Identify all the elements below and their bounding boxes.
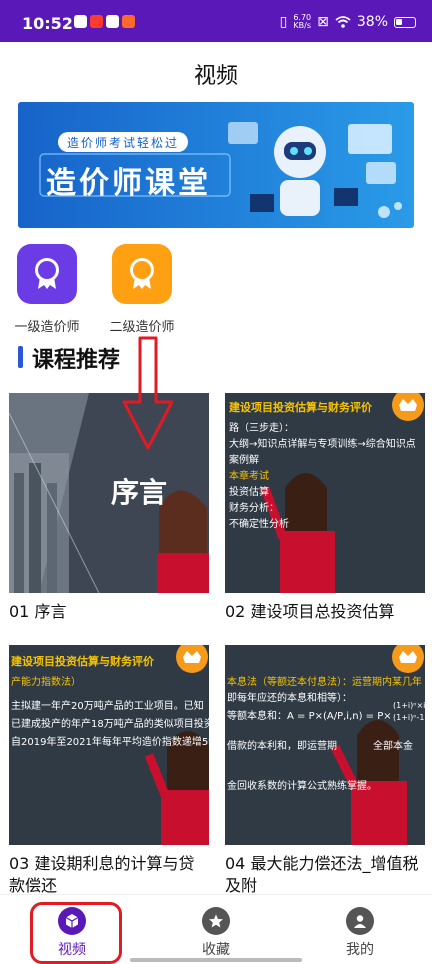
status-right-group: ▯ 6.70 KB/s ⊠ 38% bbox=[280, 13, 416, 31]
battery-percent: 38% bbox=[356, 14, 388, 30]
thumb-line: 本息法（等额还本付息法）：运营期内某几年 bbox=[227, 677, 422, 688]
thumb-line: 财务分析： bbox=[229, 503, 279, 514]
tab-label: 收藏 bbox=[202, 942, 230, 958]
section-title: 课程推荐 bbox=[32, 348, 121, 373]
no-sim-icon: ⊠ bbox=[317, 14, 329, 30]
course-title: 02 建设项目总投资估算 bbox=[225, 602, 395, 621]
bottom-nav: 视频 收藏 我的 bbox=[0, 894, 432, 964]
category-label: 一级造价师 bbox=[14, 320, 80, 335]
course-title: 04 最大能力偿还法_增值税及附 bbox=[225, 854, 419, 895]
status-bar: 10:52 ▯ 6.70 KB/s ⊠ 38% bbox=[0, 0, 432, 42]
thumb-header: 建设项目投资估算与财务评价 bbox=[11, 655, 154, 668]
wifi-icon bbox=[335, 16, 351, 28]
category-level-1[interactable]: 一级造价师 bbox=[2, 244, 92, 335]
banner-tagline: 造价师考试轻松过 bbox=[66, 136, 179, 150]
tab-video[interactable]: 视频 bbox=[0, 895, 144, 964]
battery-icon bbox=[394, 16, 416, 28]
mail-notification-icon bbox=[106, 15, 119, 28]
thumb-line: 案例解 bbox=[229, 455, 259, 466]
promo-banner[interactable]: 造价师考试轻松过 造价师课堂 bbox=[18, 102, 414, 228]
course-thumbnail: 建设项目投资估算与财务评价 路（三步走）： 大纲→知识点详解与专项训练→综合知识… bbox=[225, 393, 425, 593]
course-card-03[interactable]: 建设项目投资估算与财务评价 产能力指数法） 主拟建一年产20万吨产品的工业项目。… bbox=[9, 645, 209, 897]
page-title: 视频 bbox=[193, 64, 238, 89]
thumb-line: 全部本金 bbox=[373, 741, 413, 752]
thumb-line: (1+i)ⁿ-1 bbox=[393, 713, 425, 722]
user-icon bbox=[346, 907, 374, 935]
shop-notification-icon bbox=[90, 15, 103, 28]
thumb-caption: 序言 bbox=[111, 476, 168, 509]
vibrate-icon: ▯ bbox=[279, 14, 288, 30]
thumb-line: 产能力指数法） bbox=[11, 677, 81, 688]
tab-label: 视频 bbox=[58, 942, 86, 958]
course-thumbnail: 序言 bbox=[9, 393, 209, 593]
star-icon bbox=[202, 907, 230, 935]
thumb-line: 等额本息和：A = P×(A/P,i,n) = P× bbox=[227, 711, 392, 722]
tab-favorites[interactable]: 收藏 bbox=[144, 895, 288, 964]
thumb-line: 借款的本利和，即运营期 bbox=[227, 741, 337, 752]
thumb-line: 本章考试 bbox=[229, 471, 269, 482]
course-card-04[interactable]: 本息法（等额还本付息法）：运营期内某几年 即每年应还的本息和相等）： 等额本息和… bbox=[225, 645, 425, 897]
network-speed: 6.70 KB/s bbox=[293, 14, 311, 30]
category-label: 二级造价师 bbox=[109, 320, 175, 335]
banner-title: 造价师课堂 bbox=[46, 166, 211, 201]
thumb-line: 金回收系数的计算公式熟练掌握。 bbox=[227, 781, 377, 792]
thumb-line: 不确定性分析 bbox=[229, 519, 289, 530]
course-thumbnail: 建设项目投资估算与财务评价 产能力指数法） 主拟建一年产20万吨产品的工业项目。… bbox=[9, 645, 209, 845]
status-time: 10:52 bbox=[22, 14, 73, 33]
tab-label: 我的 bbox=[346, 942, 374, 958]
section-accent-bar bbox=[18, 346, 23, 368]
app-notification-icon bbox=[74, 15, 87, 28]
thumb-line: (1+i)ⁿ×i bbox=[393, 701, 425, 710]
home-indicator[interactable] bbox=[130, 958, 302, 962]
thumb-line: 大纲→知识点详解与专项训练→综合知识点 bbox=[229, 439, 416, 450]
thumb-header: 建设项目投资估算与财务评价 bbox=[229, 401, 372, 414]
level-1-badge-number: 1 bbox=[42, 261, 52, 276]
thumb-line: 已建成投产的年产18万吨产品的类似项目投资额 bbox=[11, 719, 209, 730]
thumb-line: 主拟建一年产20万吨产品的工业项目。已知 bbox=[11, 701, 204, 712]
level-2-badge-number: 2 bbox=[137, 261, 147, 276]
coupon-notification-icon bbox=[122, 15, 135, 28]
tab-profile[interactable]: 我的 bbox=[288, 895, 432, 964]
thumb-line: 自2019年至2021年每年平均造价指数递增5% bbox=[11, 737, 209, 748]
category-level-2[interactable]: 二级造价师 bbox=[97, 244, 187, 335]
thumb-line: 路（三步走）： bbox=[229, 423, 294, 434]
course-card-02[interactable]: 建设项目投资估算与财务评价 路（三步走）： 大纲→知识点详解与专项训练→综合知识… bbox=[225, 393, 425, 623]
network-speed-unit: KB/s bbox=[293, 21, 312, 30]
course-card-01[interactable]: 序言 01 序言 bbox=[9, 393, 209, 623]
thumb-line: 即每年应还的本息和相等）： bbox=[227, 693, 352, 704]
cube-icon bbox=[58, 907, 86, 935]
thumb-line: 投资估算 bbox=[229, 487, 269, 498]
course-thumbnail: 本息法（等额还本付息法）：运营期内某几年 即每年应还的本息和相等）： 等额本息和… bbox=[225, 645, 425, 845]
course-title: 01 序言 bbox=[9, 602, 67, 621]
course-title: 03 建设期利息的计算与贷款偿还 bbox=[9, 854, 195, 895]
